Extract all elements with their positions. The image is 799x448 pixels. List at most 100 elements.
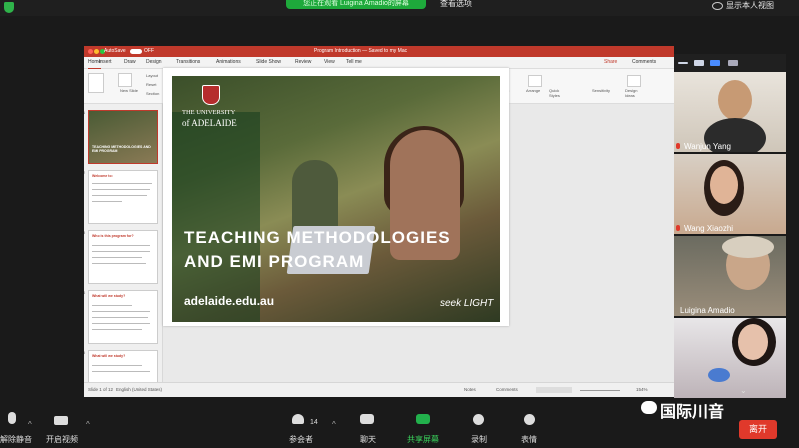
slide-thumbnail[interactable]: Welcome to:	[88, 170, 158, 224]
unmute-button[interactable]: 解除静音	[0, 434, 32, 445]
layout-button[interactable]: Layout	[146, 73, 158, 78]
slide-thumbnail[interactable]: What will we study?	[88, 290, 158, 344]
thumbnail-title: What will we study?	[92, 354, 126, 358]
thumbnail-title: TEACHING METHODOLOGIES AND EMI PROGRAM	[92, 145, 151, 153]
language-indicator[interactable]: English (United States)	[116, 383, 162, 397]
minimize-window-icon[interactable]	[94, 49, 99, 54]
slide-thumbnail[interactable]: Who is this program for?	[88, 230, 158, 284]
thumbnail-title: What will we study?	[92, 294, 126, 298]
section-button[interactable]: Section	[146, 91, 159, 96]
participant-tile[interactable]	[674, 318, 786, 398]
reset-button[interactable]: Reset	[146, 82, 156, 87]
slide-thumbnail[interactable]: What will we study?	[88, 350, 158, 382]
participants-icon[interactable]	[292, 414, 304, 424]
university-crest-icon	[202, 85, 220, 105]
autosave-label: AutoSave	[104, 48, 126, 54]
slide-url: adelaide.edu.au	[184, 294, 275, 308]
new-slide-button[interactable]: New Slide	[120, 88, 138, 93]
tab-animations[interactable]: Animations	[216, 57, 241, 68]
share-screen-button[interactable]: 共享屏幕	[407, 434, 439, 445]
tab-review[interactable]: Review	[295, 57, 311, 68]
tab-slide-show[interactable]: Slide Show	[256, 57, 281, 68]
tell-me-search[interactable]: Tell me	[346, 57, 362, 68]
slide-count: Slide 1 of 12	[88, 387, 114, 392]
wechat-logo-icon	[641, 401, 657, 414]
notes-button[interactable]: Notes	[464, 383, 476, 397]
show-self-view-button[interactable]: 显示本人视图	[726, 0, 774, 11]
watermark-brand: 国际川音	[660, 404, 725, 421]
chat-button[interactable]: 聊天	[360, 434, 376, 445]
design-ideas-button[interactable]: Design Ideas	[625, 88, 645, 98]
comments-button[interactable]: Comments	[632, 59, 656, 65]
record-icon[interactable]	[473, 414, 484, 425]
thumbnail-number: 5	[84, 350, 85, 355]
close-window-icon[interactable]	[88, 49, 93, 54]
share-button[interactable]: Share	[604, 59, 617, 65]
reactions-button[interactable]: 表情	[521, 434, 537, 445]
autosave-toggle[interactable]	[130, 49, 142, 54]
slide-title-line2: AND EMI PROGRAM	[184, 252, 365, 271]
status-bar: Slide 1 of 12 English (United States) No…	[84, 382, 674, 397]
university-name-line1: THE UNIVERSITY	[182, 109, 236, 116]
share-screen-icon[interactable]	[416, 414, 430, 424]
reactions-icon[interactable]	[524, 414, 535, 425]
tab-transitions[interactable]: Transitions	[176, 57, 200, 68]
participant-tile[interactable]: Luigina Amadio	[674, 236, 786, 316]
mic-icon[interactable]	[8, 412, 16, 424]
thumbnail-number: 2	[84, 170, 85, 175]
security-shield-icon[interactable]	[4, 2, 14, 13]
strip-view-icon[interactable]	[710, 60, 720, 66]
minimize-icon[interactable]	[678, 62, 688, 64]
thumbnail-title: Welcome to:	[92, 174, 113, 178]
muted-mic-icon	[676, 225, 680, 231]
autosave-state: OFF	[144, 48, 154, 54]
zoom-level[interactable]: 154%	[636, 383, 648, 397]
slide-thumbnail[interactable]: TEACHING METHODOLOGIES AND EMI PROGRAM	[88, 110, 158, 164]
thumbnail-number: 1	[84, 110, 85, 115]
muted-mic-icon	[676, 143, 680, 149]
eye-icon	[712, 2, 723, 10]
video-options-chevron-icon[interactable]: ^	[28, 420, 32, 429]
sensitivity-button[interactable]: Sensitivity	[592, 88, 610, 93]
arrange-icon[interactable]	[528, 75, 542, 87]
thumbnail-number: 4	[84, 290, 85, 295]
video-settings-chevron-icon[interactable]: ^	[86, 420, 90, 429]
participant-tile[interactable]: Wang Xiaozhi	[674, 154, 786, 234]
logo-panel	[172, 112, 260, 322]
tab-insert[interactable]: Insert	[99, 57, 112, 68]
tab-view[interactable]: View	[324, 57, 335, 68]
new-slide-icon[interactable]	[118, 73, 132, 87]
speaker-view-icon[interactable]	[694, 60, 704, 66]
slide-photo: THE UNIVERSITY of ADELAIDE TEACHING METH…	[172, 76, 500, 322]
record-button[interactable]: 录制	[471, 434, 487, 445]
paste-icon[interactable]	[88, 73, 104, 93]
design-ideas-icon[interactable]	[627, 75, 641, 87]
arrange-button[interactable]: Arrange	[526, 88, 540, 93]
scroll-down-chevron-icon[interactable]: ⌄	[740, 386, 747, 395]
quick-styles-button[interactable]: Quick Styles	[549, 88, 567, 98]
zoom-slider[interactable]	[580, 390, 620, 391]
participant-name: Luigina Amadio	[680, 306, 735, 315]
participants-button[interactable]: 参会者	[289, 434, 313, 445]
view-buttons[interactable]	[536, 387, 572, 393]
comments-status-button[interactable]: Comments	[496, 383, 518, 397]
tab-draw[interactable]: Draw	[124, 57, 136, 68]
participant-avatar-badge	[708, 368, 730, 382]
thumbnail-number: 3	[84, 230, 85, 235]
slide-thumbnails-pane[interactable]: TEACHING METHODOLOGIES AND EMI PROGRAM 1…	[84, 104, 163, 382]
screen-share-banner[interactable]: 您正在观看 Luigina Amadio的屏幕	[286, 0, 426, 9]
participant-count: 14	[310, 419, 318, 426]
gallery-controls	[674, 54, 786, 72]
view-options-menu[interactable]: 查看选项	[440, 0, 472, 8]
participant-video	[718, 80, 752, 120]
slide-title-line1: TEACHING METHODOLOGIES	[184, 228, 451, 247]
participant-tile[interactable]: Wanjun Yang	[674, 72, 786, 152]
tab-design[interactable]: Design	[146, 57, 162, 68]
leave-meeting-button[interactable]: 离开	[739, 420, 777, 439]
start-video-button[interactable]: 开启视频	[46, 434, 78, 445]
participants-chevron-icon[interactable]: ^	[332, 420, 336, 429]
chat-icon[interactable]	[360, 414, 374, 424]
video-off-icon[interactable]	[54, 416, 68, 425]
gallery-view-icon[interactable]	[728, 60, 738, 66]
participant-video	[710, 166, 738, 204]
